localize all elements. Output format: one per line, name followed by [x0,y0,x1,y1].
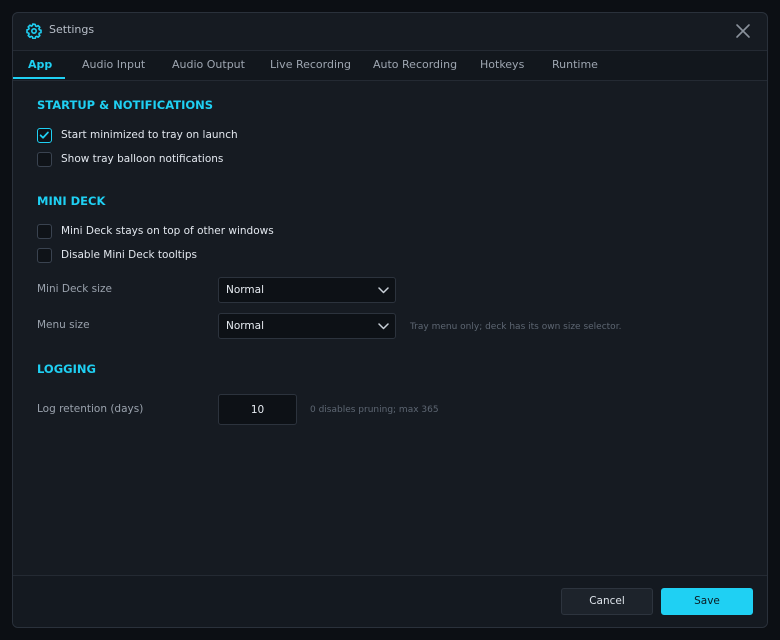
mini-deck-size-label: Mini Deck size [37,283,112,295]
tab-label: Runtime [552,58,598,71]
tab-label: Audio Output [172,58,245,71]
start-minimized-label: Start minimized to tray on launch [61,129,238,141]
tab-audio-output[interactable]: Audio Output [172,51,245,80]
tab-hotkeys[interactable]: Hotkeys [480,51,524,80]
menu-size-label: Menu size [37,319,90,331]
tab-label: Auto Recording [373,58,458,71]
log-retention-input[interactable] [218,394,297,425]
gear-icon [26,23,42,39]
section-title-startup: STARTUP & NOTIFICATIONS [37,98,214,112]
dialog-footer: Cancel Save [13,575,767,627]
log-retention-label: Log retention (days) [37,403,144,415]
menu-size-hint: Tray menu only; deck has its own size se… [410,322,622,332]
tab-label: Live Recording [270,58,351,71]
tab-label: Hotkeys [480,58,525,71]
menu-size-select[interactable]: Normal [218,313,396,339]
title-bar: Settings [13,13,767,50]
log-retention-hint: 0 disables pruning; max 365 [310,405,439,415]
disable-tooltips-label: Disable Mini Deck tooltips [61,249,197,261]
mini-deck-size-value: Normal [226,284,264,296]
section-title-logging: LOGGING [37,362,96,376]
tab-audio-input[interactable]: Audio Input [82,51,145,80]
checkmark-icon [39,131,49,139]
settings-tabs: App Audio Input Audio Output Live Record… [13,50,767,81]
tray-balloon-checkbox[interactable] [37,152,52,167]
settings-window: Settings App Audio Input Audio Output Li… [12,12,768,628]
tray-balloon-label: Show tray balloon notifications [61,153,224,165]
chevron-down-icon [378,323,389,330]
section-title-mini-deck: MINI DECK [37,194,106,208]
mini-deck-on-top-label: Mini Deck stays on top of other windows [61,225,274,237]
start-minimized-checkbox[interactable] [37,128,52,143]
tab-live-recording[interactable]: Live Recording [270,51,351,80]
tab-app[interactable]: App [28,51,52,80]
menu-size-value: Normal [226,320,264,332]
window-title: Settings [49,23,95,36]
mini-deck-on-top-checkbox[interactable] [37,224,52,239]
close-icon[interactable] [735,23,751,39]
cancel-button[interactable]: Cancel [561,588,653,615]
active-tab-underline [13,77,65,79]
tab-runtime[interactable]: Runtime [552,51,598,80]
disable-tooltips-checkbox[interactable] [37,248,52,263]
chevron-down-icon [378,287,389,294]
tab-label: Audio Input [82,58,146,71]
tab-auto-recording[interactable]: Auto Recording [373,51,457,80]
save-button[interactable]: Save [661,588,753,615]
tab-label: App [28,58,53,71]
mini-deck-size-select[interactable]: Normal [218,277,396,303]
